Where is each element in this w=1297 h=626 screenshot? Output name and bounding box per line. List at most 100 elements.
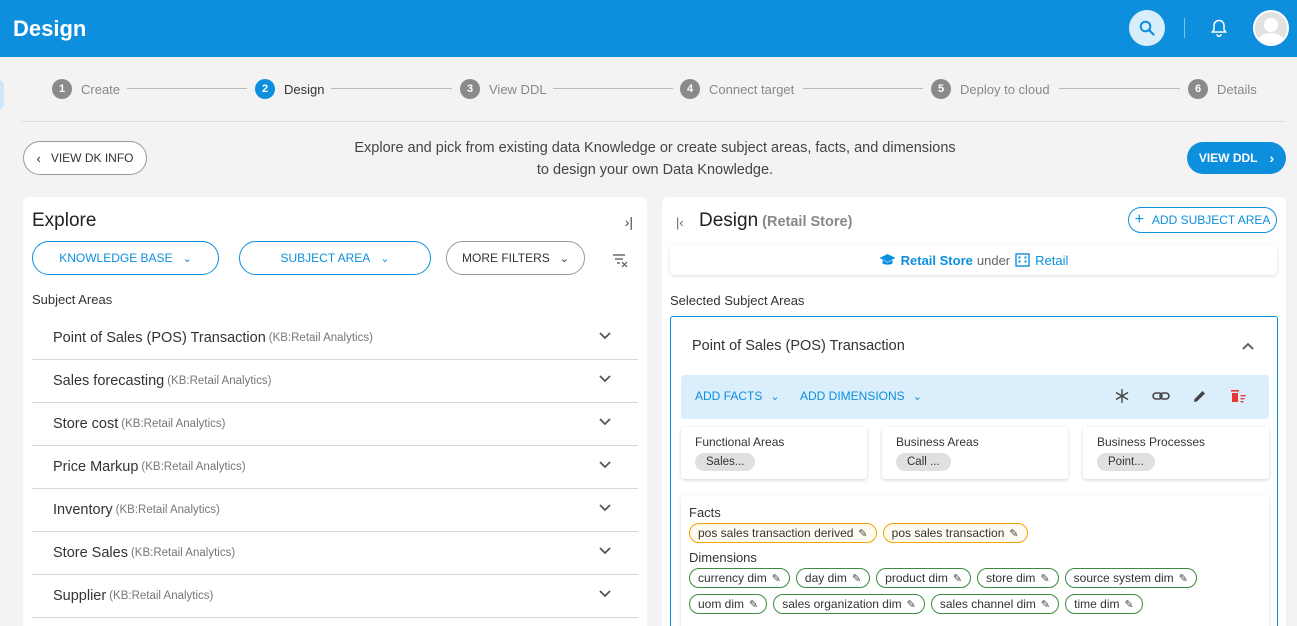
subject-area-item[interactable]: Store Sales (KB:Retail Analytics)	[32, 532, 638, 575]
view-dk-info-button[interactable]: ‹ VIEW DK INFO	[23, 141, 147, 175]
chevron-down-icon: ⌄	[380, 252, 390, 265]
breadcrumb-store[interactable]: Retail Store	[901, 253, 973, 268]
graduation-cap-icon	[879, 254, 896, 265]
business-areas-box: Business Areas Call ...	[882, 427, 1068, 479]
add-subject-area-label: ADD SUBJECT AREA	[1151, 213, 1271, 227]
subject-area-name: Inventory	[53, 502, 113, 518]
pencil-icon[interactable]: ✎	[907, 598, 916, 611]
subject-area-kb: (KB:Retail Analytics)	[109, 590, 214, 602]
subject-area-name: Supplier	[53, 588, 107, 604]
step-number: 5	[931, 79, 951, 99]
bell-icon	[1210, 19, 1228, 38]
pencil-icon[interactable]: ✎	[1040, 572, 1049, 585]
link-icon	[1152, 392, 1170, 400]
more-filters-button[interactable]: MORE FILTERS ⌄	[446, 241, 585, 275]
chevron-down-icon[interactable]	[598, 503, 612, 513]
dimension-chip[interactable]: uom dim ✎	[689, 594, 768, 614]
dimension-chip[interactable]: day dim ✎	[795, 568, 871, 588]
step-connector	[127, 88, 247, 89]
knowledge-base-filter[interactable]: KNOWLEDGE BASE ⌄	[32, 241, 219, 275]
pencil-icon[interactable]: ✎	[1124, 598, 1133, 611]
dimension-chip[interactable]: product dim ✎	[876, 568, 972, 588]
link-button[interactable]	[1152, 387, 1170, 405]
chevron-up-icon[interactable]	[1241, 341, 1255, 351]
add-facts-label: ADD FACTS	[695, 389, 763, 403]
subject-area-kb: (KB:Retail Analytics)	[141, 461, 246, 473]
step-connect-target[interactable]: 4 Connect target	[680, 79, 794, 99]
add-dimensions-button[interactable]: ADD DIMENSIONS ⌄	[800, 389, 922, 403]
step-label: View DDL	[489, 81, 547, 97]
dimension-chip[interactable]: store dim ✎	[977, 568, 1059, 588]
side-drawer-handle[interactable]	[0, 80, 4, 110]
knowledge-base-label: KNOWLEDGE BASE	[59, 251, 173, 265]
chevron-down-icon: ⌄	[912, 390, 922, 403]
subject-area-item[interactable]: Inventory (KB:Retail Analytics)	[32, 489, 638, 532]
step-label: Connect target	[709, 81, 795, 97]
step-connector	[1059, 88, 1180, 89]
app-title: Design	[13, 15, 87, 41]
dimension-chip[interactable]: sales organization dim ✎	[773, 594, 925, 614]
step-details[interactable]: 6 Details	[1188, 79, 1257, 99]
subject-area-item[interactable]: Point of Sales (POS) Transaction (KB:Reta…	[32, 317, 638, 360]
functional-areas-box: Functional Areas Sales...	[681, 427, 867, 479]
fact-chip[interactable]: pos sales transaction ✎	[882, 523, 1028, 543]
dimension-chip[interactable]: time dim ✎	[1065, 594, 1143, 614]
dimension-name: store dim	[986, 571, 1036, 585]
chevron-down-icon[interactable]	[598, 460, 612, 470]
step-view-ddl[interactable]: 3 View DDL	[460, 79, 547, 99]
chevron-down-icon[interactable]	[598, 331, 612, 341]
subject-area-item[interactable]: Store cost (KB:Retail Analytics)	[32, 403, 638, 446]
step-number: 1	[52, 79, 72, 99]
chevron-down-icon[interactable]	[598, 374, 612, 384]
snowflake-schema-button[interactable]	[1113, 387, 1131, 405]
business-processes-box: Business Processes Point...	[1083, 427, 1269, 479]
chevron-down-icon[interactable]	[598, 417, 612, 427]
step-create[interactable]: 1 Create	[52, 79, 120, 99]
business-area-chip[interactable]: Call ...	[896, 453, 951, 471]
dimension-chip[interactable]: source system dim ✎	[1064, 568, 1197, 588]
subject-area-filter[interactable]: SUBJECT AREA ⌄	[239, 241, 431, 275]
add-subject-area-button[interactable]: + ADD SUBJECT AREA	[1128, 207, 1277, 233]
dimension-chip[interactable]: currency dim ✎	[689, 568, 790, 588]
subject-area-item[interactable]: Price Markup (KB:Retail Analytics)	[32, 446, 638, 489]
pencil-icon[interactable]: ✎	[858, 527, 867, 540]
step-deploy-to-cloud[interactable]: 5 Deploy to cloud	[931, 79, 1050, 99]
breadcrumb-under: under	[976, 252, 1011, 268]
business-process-chip[interactable]: Point...	[1097, 453, 1155, 471]
add-facts-button[interactable]: ADD FACTS ⌄	[695, 389, 780, 403]
delete-button[interactable]	[1229, 387, 1247, 405]
breadcrumb-parent[interactable]: Retail	[1035, 253, 1068, 268]
dimensions-list-row-2: uom dim ✎ sales organization dim ✎ sales c…	[689, 594, 1143, 614]
pencil-icon[interactable]: ✎	[1179, 572, 1188, 585]
clear-filters-icon[interactable]	[612, 252, 628, 268]
chevron-down-icon[interactable]	[598, 589, 612, 599]
view-ddl-button[interactable]: VIEW DDL ›	[1187, 142, 1286, 174]
chevron-down-icon[interactable]	[598, 546, 612, 556]
collapse-panel-icon[interactable]: ›|	[625, 214, 633, 230]
dimensions-heading: Dimensions	[689, 550, 757, 565]
pencil-icon[interactable]: ✎	[953, 572, 962, 585]
pencil-icon[interactable]: ✎	[852, 572, 861, 585]
dimension-chip[interactable]: sales channel dim ✎	[930, 594, 1060, 614]
intro-text: Explore and pick from existing data Know…	[300, 137, 1010, 181]
pencil-icon[interactable]: ✎	[772, 572, 781, 585]
fact-chip[interactable]: pos sales transaction derived ✎	[689, 523, 877, 543]
dimensions-list-row-1: currency dim ✎ day dim ✎ product dim ✎ stor…	[689, 568, 1197, 588]
functional-area-chip[interactable]: Sales...	[695, 453, 756, 471]
notifications-button[interactable]	[1207, 16, 1231, 40]
dimension-name: uom dim	[698, 597, 745, 611]
progress-stepper: 1 Create 2 Design 3 View DDL 4 Connect targe…	[22, 62, 1286, 122]
design-title: Design (Retail Store)	[699, 210, 852, 232]
pencil-icon[interactable]: ✎	[1009, 527, 1018, 540]
subject-area-item[interactable]: Sales forecasting (KB:Retail Analytics)	[32, 360, 638, 403]
subject-area-name: Sales forecasting	[53, 373, 165, 389]
subject-area-item[interactable]: Supplier (KB:Retail Analytics)	[32, 575, 638, 618]
search-button[interactable]	[1129, 10, 1165, 46]
edit-button[interactable]	[1190, 387, 1208, 405]
step-design[interactable]: 2 Design	[255, 79, 324, 99]
user-avatar[interactable]	[1253, 10, 1289, 46]
step-label: Details	[1217, 81, 1257, 97]
pencil-icon[interactable]: ✎	[1041, 598, 1050, 611]
pencil-icon[interactable]: ✎	[749, 598, 758, 611]
expand-explore-icon[interactable]: |‹	[676, 215, 684, 230]
